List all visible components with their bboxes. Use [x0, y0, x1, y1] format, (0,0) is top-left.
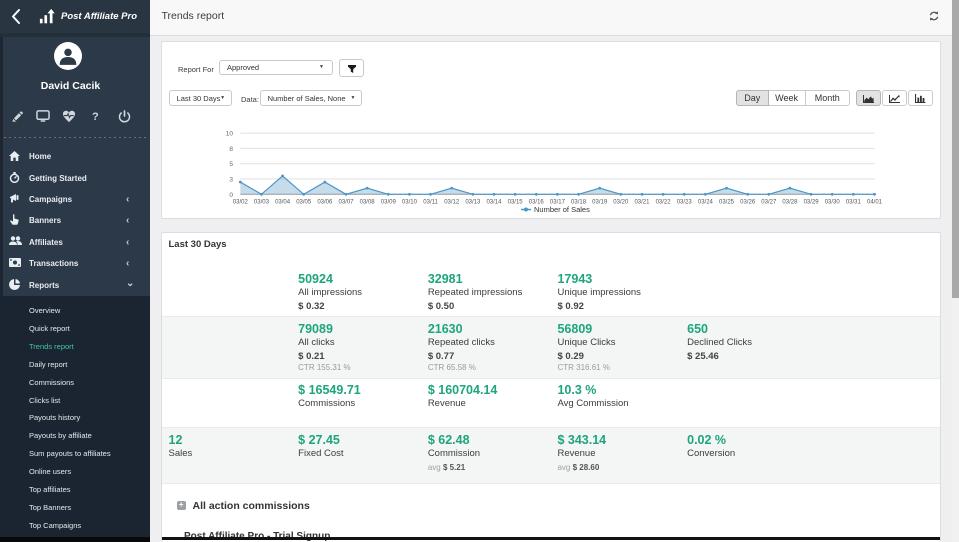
svg-text:03/07: 03/07: [338, 200, 354, 206]
svg-text:03/09: 03/09: [381, 200, 397, 206]
svg-text:03/29: 03/29: [804, 200, 820, 206]
svg-text:03/05: 03/05: [296, 200, 312, 206]
svg-text:04/01: 04/01: [867, 200, 883, 206]
svg-text:03/25: 03/25: [719, 200, 735, 206]
svg-text:03/28: 03/28: [782, 200, 798, 206]
svg-text:3: 3: [229, 177, 233, 184]
svg-text:03/26: 03/26: [740, 200, 756, 206]
svg-text:03/06: 03/06: [317, 200, 333, 206]
svg-text:8: 8: [229, 146, 233, 153]
svg-text:03/30: 03/30: [825, 200, 841, 206]
svg-text:10: 10: [226, 131, 234, 138]
svg-text:03/15: 03/15: [508, 200, 524, 206]
svg-text:03/11: 03/11: [423, 200, 438, 206]
svg-text:03/22: 03/22: [656, 200, 672, 206]
svg-text:03/21: 03/21: [634, 200, 650, 206]
svg-text:03/20: 03/20: [613, 200, 629, 206]
svg-text:5: 5: [229, 161, 233, 168]
svg-text:03/03: 03/03: [254, 200, 270, 206]
svg-text:03/24: 03/24: [698, 200, 714, 206]
svg-text:03/02: 03/02: [233, 200, 249, 206]
svg-text:03/23: 03/23: [677, 200, 693, 206]
svg-text:03/08: 03/08: [360, 200, 376, 206]
svg-text:03/13: 03/13: [465, 200, 481, 206]
svg-text:03/10: 03/10: [402, 200, 418, 206]
svg-text:03/12: 03/12: [444, 200, 460, 206]
svg-text:0: 0: [229, 192, 233, 199]
svg-text:03/27: 03/27: [761, 200, 777, 206]
svg-text:03/14: 03/14: [486, 200, 502, 206]
svg-text:03/31: 03/31: [846, 200, 862, 206]
svg-text:03/19: 03/19: [592, 200, 608, 206]
svg-text:03/04: 03/04: [275, 200, 291, 206]
svg-text:Number of Sales: Number of Sales: [534, 205, 590, 214]
